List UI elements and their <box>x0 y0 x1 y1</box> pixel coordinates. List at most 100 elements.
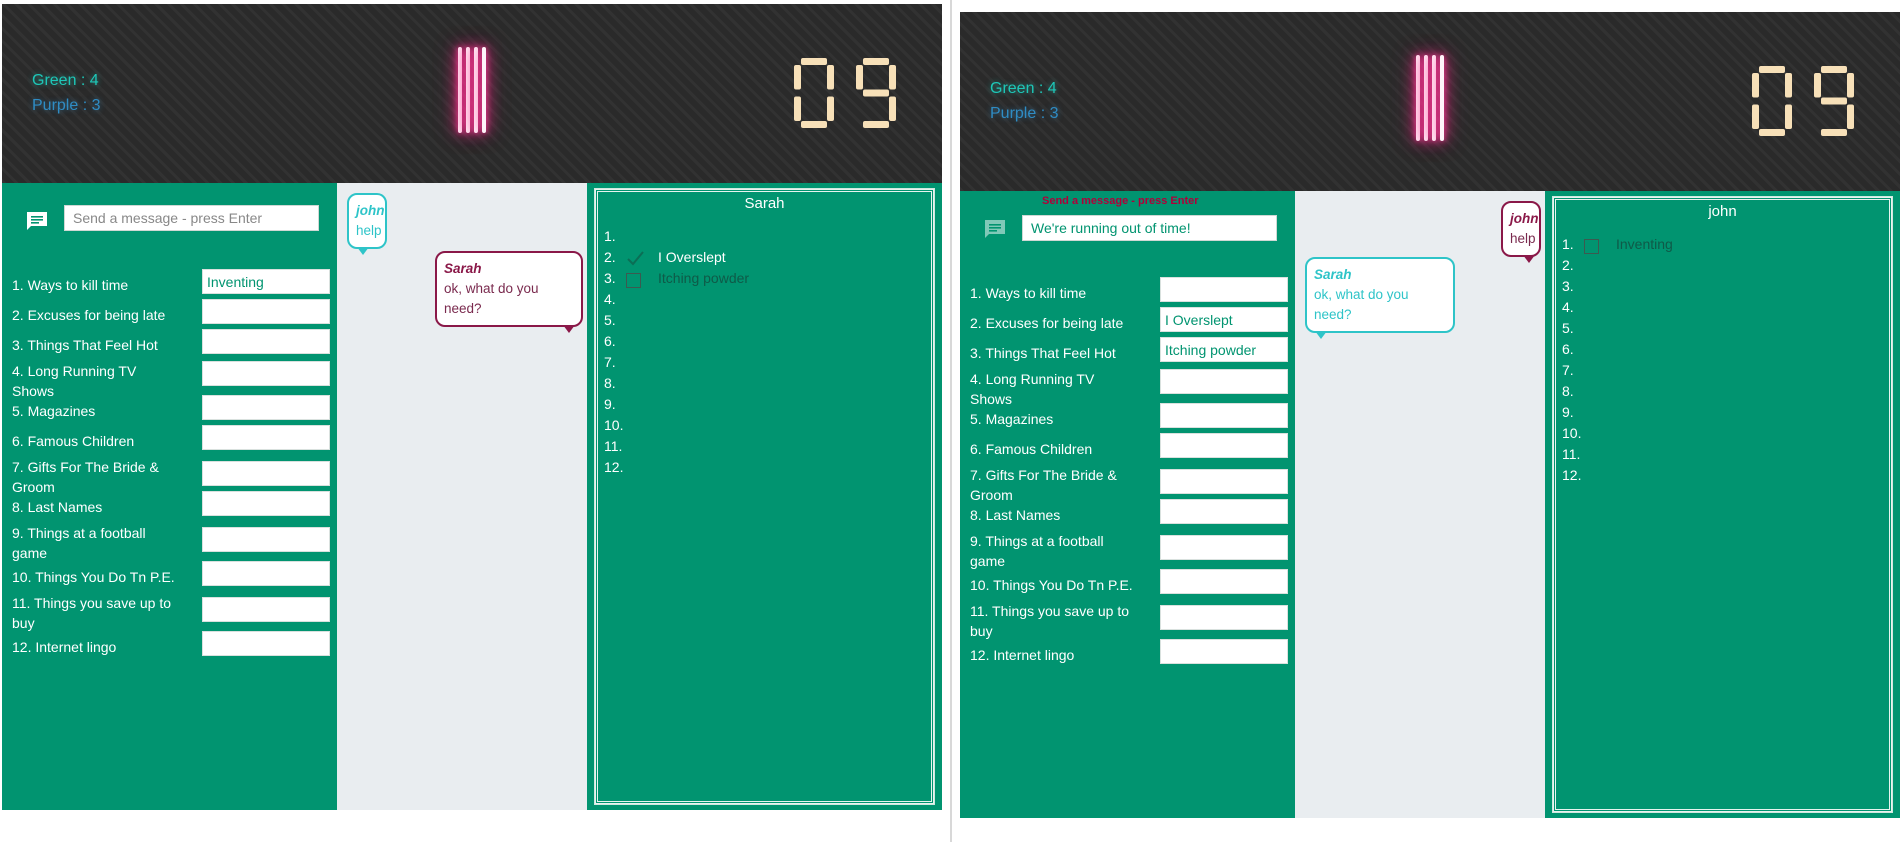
row-number: 1. <box>604 228 616 244</box>
chat-icon <box>985 220 1005 238</box>
tally-bar <box>482 47 486 133</box>
game-header: Green : 4 Purple : 3 <box>960 12 1900 191</box>
opponent-answer-row: 1. <box>604 228 924 249</box>
timer-segment <box>827 96 834 121</box>
opponent-answer-row: 9. <box>1562 404 1882 425</box>
answer-input[interactable] <box>1160 499 1288 524</box>
timer-digit <box>1814 66 1854 136</box>
opponent-answer-row: 7. <box>1562 362 1882 383</box>
answer-input[interactable] <box>202 597 330 622</box>
answer-input[interactable] <box>1160 403 1288 428</box>
row-number: 3. <box>604 270 616 286</box>
answer-input[interactable] <box>202 425 330 450</box>
category-label: 12. Internet lingo <box>12 639 117 655</box>
opponent-panel: john 1. Inventing 2. 3. 4. 5. 6. 7. 8. 9. 10. 11. 12… <box>1545 191 1900 818</box>
opponent-answer-row: 2. I Overslept <box>604 249 924 270</box>
row-number: 9. <box>1562 404 1574 420</box>
opponent-answer-row: 8. <box>604 375 924 396</box>
answer-input[interactable] <box>202 329 330 354</box>
row-number: 12. <box>1562 467 1582 483</box>
row-number: 10. <box>1562 425 1582 441</box>
answer-input[interactable] <box>202 299 330 324</box>
answer-sheet-panel: Send a message - press Enter 1. Ways to … <box>960 191 1295 818</box>
timer-segment <box>863 58 889 65</box>
answer-sheet-panel: 1. Ways to kill time 2. Excuses for being… <box>2 183 337 810</box>
category-label: 9. Things at a football game <box>970 533 1104 569</box>
chat-message: john help <box>1501 201 1541 263</box>
row-number: 12. <box>604 459 624 475</box>
answer-input[interactable] <box>1160 535 1288 560</box>
row-number: 5. <box>604 312 616 328</box>
timer-segment <box>1785 104 1792 129</box>
bubble-tail <box>1315 331 1327 339</box>
category-label: 1. Ways to kill time <box>970 285 1087 301</box>
answer-input[interactable] <box>202 461 330 486</box>
category-label: 10. Things You Do Tn P.E. <box>12 569 175 585</box>
tally-bar <box>474 47 478 133</box>
message-input[interactable] <box>1022 215 1277 241</box>
tally-bar <box>1440 55 1444 141</box>
timer-digit <box>794 58 834 128</box>
opponent-answer-row: 7. <box>604 354 924 375</box>
opponent-answer-text: Inventing <box>1616 236 1673 252</box>
answer-input[interactable] <box>202 395 330 420</box>
timer-segment <box>1814 73 1821 98</box>
answer-input[interactable] <box>202 527 330 552</box>
answer-input[interactable] <box>1160 469 1288 494</box>
answer-input[interactable] <box>1160 433 1288 458</box>
chat-sender: john <box>356 203 385 218</box>
checkmark-icon[interactable] <box>626 249 644 267</box>
opponent-answer-row: 10. <box>604 417 924 438</box>
answer-input[interactable] <box>1160 569 1288 594</box>
chat-text: ok, what do you need? <box>1314 287 1409 322</box>
row-number: 8. <box>604 375 616 391</box>
category-label: 3. Things That Feel Hot <box>970 345 1116 361</box>
row-number: 1. <box>1562 236 1574 252</box>
opponent-sheet: john 1. Inventing 2. 3. 4. 5. 6. 7. 8. 9. 10. 11. 12… <box>1552 196 1893 813</box>
purple-team-score: Purple : 3 <box>32 97 101 114</box>
row-number: 8. <box>1562 383 1574 399</box>
row-number: 11. <box>1562 446 1581 462</box>
category-label: 8. Last Names <box>12 499 103 515</box>
message-input[interactable] <box>64 205 319 231</box>
answer-input[interactable] <box>1160 337 1288 362</box>
category-label: 6. Famous Children <box>12 433 135 449</box>
chat-sender: john <box>1510 211 1539 226</box>
answer-input[interactable] <box>1160 369 1288 394</box>
round-tally-marks <box>1416 55 1446 141</box>
row-number: 2. <box>1562 257 1574 273</box>
answer-input[interactable] <box>202 631 330 656</box>
opponent-answer-row: 11. <box>604 438 924 459</box>
opponent-answer-row: 3. Itching powder <box>604 270 924 291</box>
tally-bar <box>458 47 462 133</box>
timer-segment <box>827 65 834 90</box>
timer-digit <box>856 58 896 128</box>
answer-input[interactable] <box>202 269 330 294</box>
row-number: 9. <box>604 396 616 412</box>
chat-message: Sarah ok, what do you need? <box>1305 257 1455 339</box>
category-label: 4. Long Running TV Shows <box>12 363 137 399</box>
green-team-score: Green : 4 <box>990 80 1057 97</box>
round-tally-marks <box>458 47 488 133</box>
opponent-answer-row: 1. Inventing <box>1562 236 1882 257</box>
opponent-answer-row: 10. <box>1562 425 1882 446</box>
category-label: 6. Famous Children <box>970 441 1093 457</box>
vote-checkbox[interactable] <box>1584 239 1599 254</box>
opponent-panel: Sarah 1. 2. I Overslept 3. Itching powder 4. 5… <box>587 183 942 810</box>
row-number: 5. <box>1562 320 1574 336</box>
answer-input[interactable] <box>202 361 330 386</box>
tally-bar <box>1424 55 1428 141</box>
opponent-answer-row: 12. <box>604 459 924 480</box>
answer-input[interactable] <box>202 561 330 586</box>
answer-input[interactable] <box>202 491 330 516</box>
answer-input[interactable] <box>1160 605 1288 630</box>
timer-segment <box>1821 66 1847 73</box>
tally-bar <box>1416 55 1420 141</box>
opponent-answer-row: 4. <box>1562 299 1882 320</box>
vote-checkbox[interactable] <box>626 273 641 288</box>
answer-input[interactable] <box>1160 307 1288 332</box>
answer-input[interactable] <box>1160 639 1288 664</box>
answer-input[interactable] <box>1160 277 1288 302</box>
timer-segment <box>794 65 801 90</box>
category-label: 8. Last Names <box>970 507 1061 523</box>
